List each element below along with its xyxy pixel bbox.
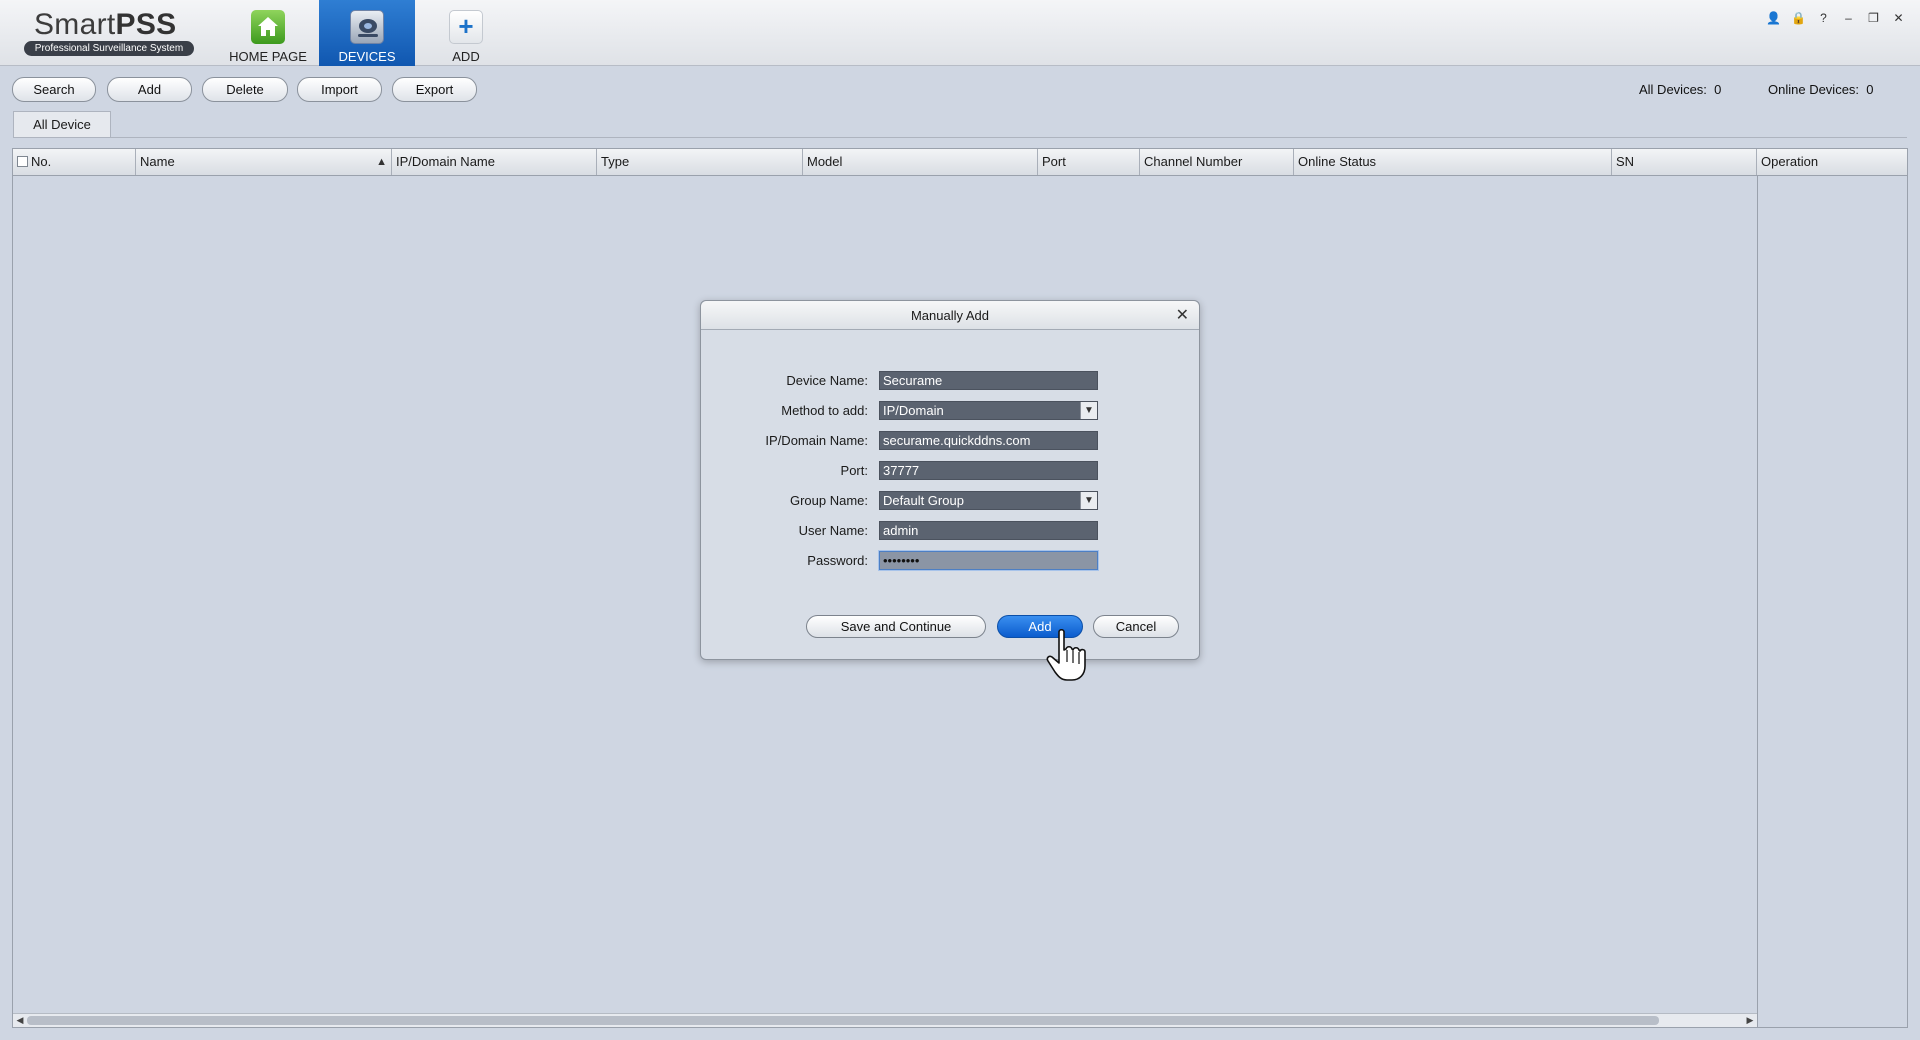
operation-column-divider <box>1757 176 1758 1027</box>
online-devices-count: Online Devices: 0 <box>1768 82 1874 97</box>
lock-icon[interactable]: 🔒 <box>1791 10 1806 26</box>
nav-add-label: ADD <box>452 49 480 64</box>
all-devices-label: All Devices: <box>1639 82 1707 97</box>
restore-icon[interactable]: ❐ <box>1866 10 1881 26</box>
minimize-icon[interactable]: – <box>1841 10 1856 26</box>
column-ip-domain[interactable]: IP/Domain Name <box>392 149 597 175</box>
scrollbar-thumb[interactable] <box>27 1016 1659 1025</box>
chevron-down-icon[interactable]: ▼ <box>1080 492 1097 509</box>
table-header: No. Name ▲ IP/Domain Name Type Model Por… <box>13 149 1907 176</box>
group-name-value: Default Group <box>883 493 964 508</box>
column-channel-label: Channel Number <box>1144 154 1243 169</box>
nav-devices[interactable]: DEVICES <box>319 0 415 66</box>
add-button[interactable]: Add <box>107 77 192 102</box>
camera-icon <box>350 10 384 44</box>
column-name[interactable]: Name ▲ <box>136 149 392 175</box>
user-icon[interactable]: 👤 <box>1766 10 1781 26</box>
nav-home-label: HOME PAGE <box>229 49 307 64</box>
column-online-status[interactable]: Online Status <box>1294 149 1612 175</box>
user-name-input[interactable] <box>879 521 1098 540</box>
app-header: SmartPSS Professional Surveillance Syste… <box>0 0 1920 66</box>
delete-button[interactable]: Delete <box>202 77 288 102</box>
method-label: Method to add: <box>781 403 868 418</box>
dialog-title-bar: Manually Add ✕ <box>701 301 1199 330</box>
search-button[interactable]: Search <box>12 77 96 102</box>
column-model-label: Model <box>807 154 843 169</box>
column-sn-label: SN <box>1616 154 1635 169</box>
scroll-right-icon[interactable]: ▶ <box>1743 1014 1757 1027</box>
house-icon <box>251 10 285 44</box>
user-name-label: User Name: <box>798 523 868 538</box>
all-devices-value: 0 <box>1714 82 1722 97</box>
select-all-checkbox[interactable] <box>17 156 28 167</box>
port-input[interactable] <box>879 461 1098 480</box>
column-name-label: Name <box>140 154 175 169</box>
column-type-label: Type <box>601 154 630 169</box>
all-devices-count: All Devices: 0 <box>1639 82 1721 97</box>
column-operation[interactable]: Operation <box>1757 149 1907 175</box>
ip-domain-label: IP/Domain Name: <box>765 433 868 448</box>
dialog-title: Manually Add <box>910 308 990 323</box>
tab-divider <box>13 137 1907 138</box>
password-label: Password: <box>807 553 868 568</box>
column-status-label: Online Status <box>1298 154 1377 169</box>
close-icon[interactable]: ✕ <box>1891 10 1906 26</box>
save-and-continue-button[interactable]: Save and Continue <box>806 615 986 638</box>
chevron-down-icon[interactable]: ▼ <box>1080 402 1097 419</box>
logo-bold: PSS <box>115 8 177 41</box>
logo-subtitle: Professional Surveillance System <box>24 41 194 56</box>
cancel-button[interactable]: Cancel <box>1093 615 1179 638</box>
export-button[interactable]: Export <box>392 77 477 102</box>
scroll-left-icon[interactable]: ◀ <box>13 1014 27 1027</box>
sort-ascending-icon: ▲ <box>376 156 387 168</box>
column-ip-label: IP/Domain Name <box>396 154 495 169</box>
nav-add[interactable]: + ADD <box>418 0 514 66</box>
dialog-close-icon[interactable]: ✕ <box>1176 301 1189 330</box>
method-select[interactable]: IP/Domain ▼ <box>879 401 1098 420</box>
import-button[interactable]: Import <box>297 77 382 102</box>
hand-cursor-icon <box>1046 628 1086 681</box>
logo-name: Smart <box>34 8 116 41</box>
column-model[interactable]: Model <box>803 149 1038 175</box>
column-no[interactable]: No. <box>13 149 136 175</box>
column-channel-number[interactable]: Channel Number <box>1140 149 1294 175</box>
help-icon[interactable]: ? <box>1816 10 1831 26</box>
tab-all-device[interactable]: All Device <box>13 111 111 138</box>
smartpss-logo: SmartPSS Professional Surveillance Syste… <box>24 8 196 58</box>
window-controls: 👤 🔒 ? – ❐ ✕ <box>1766 10 1906 28</box>
column-port[interactable]: Port <box>1038 149 1140 175</box>
column-port-label: Port <box>1042 154 1066 169</box>
plus-icon: + <box>449 10 483 44</box>
online-devices-value: 0 <box>1866 82 1874 97</box>
method-value: IP/Domain <box>883 403 944 418</box>
column-operation-label: Operation <box>1761 154 1819 169</box>
port-label: Port: <box>840 463 868 478</box>
column-type[interactable]: Type <box>597 149 803 175</box>
group-name-select[interactable]: Default Group ▼ <box>879 491 1098 510</box>
horizontal-scrollbar[interactable]: ◀ ▶ <box>13 1013 1757 1027</box>
online-devices-label: Online Devices: <box>1768 82 1860 97</box>
ip-domain-input[interactable] <box>879 431 1098 450</box>
manually-add-dialog: Manually Add ✕ Device Name: Method to ad… <box>700 300 1200 660</box>
column-no-label: No. <box>31 154 52 169</box>
device-name-input[interactable] <box>879 371 1098 390</box>
password-input[interactable] <box>879 551 1098 570</box>
device-name-label: Device Name: <box>786 373 868 388</box>
nav-home-page[interactable]: HOME PAGE <box>220 0 316 66</box>
nav-devices-label: DEVICES <box>338 49 396 64</box>
column-sn[interactable]: SN <box>1612 149 1757 175</box>
group-name-label: Group Name: <box>789 493 868 508</box>
